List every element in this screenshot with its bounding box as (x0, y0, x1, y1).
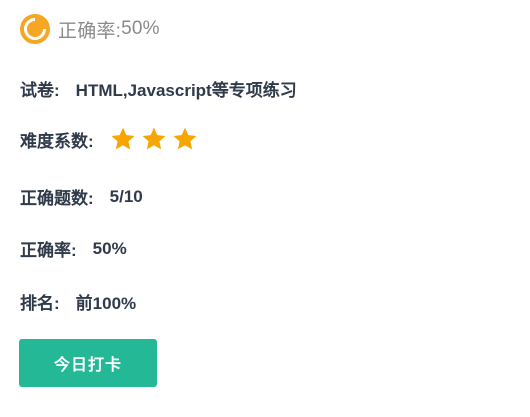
difficulty-row: 难度系数: (20, 124, 203, 154)
rank-value: 前100% (75, 294, 137, 313)
accuracy-header-value: 50% (121, 18, 160, 39)
exam-row: 试卷: HTML,Javascript等专项练习 (20, 76, 297, 101)
correct-count-row: 正确题数: 5/10 (20, 184, 143, 209)
correct-count-label: 正确题数: (20, 189, 94, 208)
correct-count-value: 5/10 (109, 186, 143, 206)
star-icon (111, 127, 135, 150)
checkin-button[interactable]: 今日打卡 (19, 339, 157, 387)
exam-value: HTML,Javascript等专项练习 (75, 81, 297, 100)
accuracy-summary: 正确率: 50% (20, 12, 160, 46)
exam-label: 试卷: (20, 81, 60, 100)
accuracy-header-label: 正确率: (58, 20, 122, 42)
difficulty-label: 难度系数: (20, 131, 94, 151)
rank-row: 排名: 前100% (20, 289, 136, 314)
star-icon (173, 127, 197, 150)
accuracy-label: 正确率: (20, 241, 77, 260)
rank-label: 排名: (20, 294, 60, 313)
difficulty-stars (110, 126, 203, 152)
pie-chart-icon (20, 14, 50, 44)
accuracy-row: 正确率: 50% (20, 236, 127, 261)
accuracy-value: 50% (92, 238, 127, 258)
accuracy-header-text: 正确率: 50% (58, 16, 160, 43)
star-icon (142, 127, 166, 150)
